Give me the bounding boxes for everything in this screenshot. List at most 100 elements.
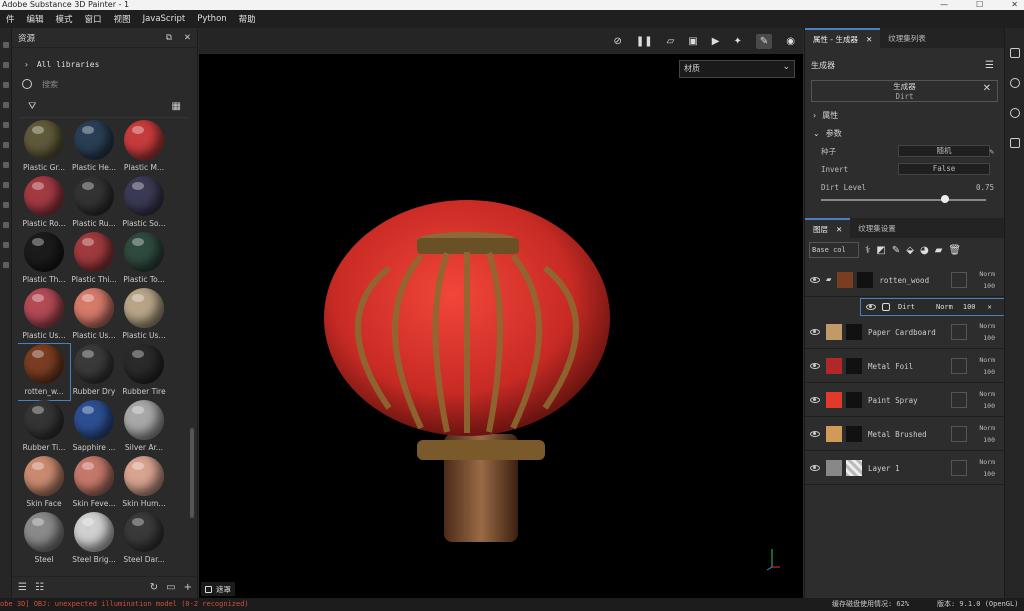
layer-row[interactable]: Metal Brushed Norm 100	[805, 418, 1005, 451]
close-icon[interactable]: ✕	[836, 225, 842, 234]
scrollbar[interactable]	[190, 428, 194, 518]
menu-python[interactable]: Python	[191, 14, 232, 24]
layer-mask-slot[interactable]	[951, 426, 967, 442]
close-panel-icon[interactable]: ✕	[184, 33, 191, 43]
material-item[interactable]: Plastic Ru...	[68, 176, 120, 232]
camera-video-icon[interactable]: ▶	[712, 36, 720, 47]
search-input[interactable]: 搜索	[42, 79, 58, 90]
maximize-icon[interactable]: ☐	[976, 0, 983, 10]
menu-help[interactable]: 帮助	[233, 13, 262, 25]
layer-opacity[interactable]: 100	[979, 468, 995, 480]
delete-icon[interactable]: 🗑	[948, 245, 961, 256]
menu-file[interactable]: 件	[0, 13, 21, 25]
eye-icon[interactable]	[810, 397, 820, 403]
dirt-blend[interactable]: Norm	[936, 303, 953, 311]
clear-icon[interactable]: ✕	[983, 84, 991, 94]
tool-icon[interactable]	[2, 202, 9, 208]
minimize-icon[interactable]: —	[940, 0, 948, 10]
fill-layer-icon[interactable]: ⬙	[906, 245, 914, 256]
material-item[interactable]: Skin Face	[18, 456, 70, 512]
material-item[interactable]: Plastic To...	[118, 232, 170, 288]
layer-mask-slot[interactable]	[951, 460, 967, 476]
material-item[interactable]: Plastic He...	[68, 120, 120, 176]
tool-icon[interactable]	[2, 162, 9, 168]
cube-icon[interactable]: ▣	[688, 36, 697, 47]
list-settings-icon[interactable]: ☷	[35, 582, 44, 593]
close-icon[interactable]: ✕	[988, 303, 992, 311]
layer-blend-mode[interactable]: Norm	[979, 354, 995, 366]
layer-row[interactable]: ▰ rotten_wood Norm 100	[805, 264, 1005, 297]
eye-icon[interactable]	[810, 363, 820, 369]
layer-blend-mode[interactable]: Norm	[979, 422, 995, 434]
layer-opacity[interactable]: 100	[979, 434, 995, 446]
layer-blend-info[interactable]: Norm 100	[979, 354, 995, 378]
layer-mask-slot[interactable]	[951, 272, 967, 288]
layer-opacity[interactable]: 100	[979, 400, 995, 412]
screenshot-camera-icon[interactable]: ◉	[786, 36, 795, 47]
mask-toggle[interactable]: 遮罩	[201, 582, 235, 596]
material-item[interactable]: Rubber Dry	[68, 344, 120, 400]
invert-field[interactable]: False	[898, 163, 990, 175]
material-item[interactable]: Rubber Tire	[118, 344, 170, 400]
material-item[interactable]: Rubber Ti...	[18, 400, 70, 456]
history-icon[interactable]	[1009, 108, 1020, 118]
layer-blend-info[interactable]: Norm 100	[979, 388, 995, 412]
tool-icon[interactable]	[2, 182, 9, 188]
refresh-icon[interactable]: ↻	[150, 582, 158, 593]
add-icon[interactable]: +	[184, 582, 192, 593]
dirt-opacity[interactable]: 100	[963, 303, 976, 311]
tool-icon[interactable]	[2, 142, 9, 148]
menu-window[interactable]: 窗口	[79, 13, 108, 25]
tab-properties[interactable]: 属性 - 生成器 ✕	[805, 28, 881, 48]
material-item[interactable]: Plastic Us...	[118, 288, 170, 344]
eye-icon[interactable]	[866, 304, 876, 310]
tool-icon[interactable]	[2, 242, 9, 248]
material-item[interactable]: Plastic Gr...	[18, 120, 70, 176]
slider-knob[interactable]	[940, 195, 949, 203]
layer-blend-info[interactable]: Norm 100	[979, 422, 995, 446]
tab-textureset-list[interactable]: 纹理集列表	[880, 28, 934, 48]
dirt-level-slider[interactable]	[821, 195, 986, 204]
menu-edit[interactable]: 编辑	[21, 13, 50, 25]
close-icon[interactable]: ✕	[1011, 0, 1018, 10]
material-item[interactable]: Plastic Us...	[68, 288, 120, 344]
material-item[interactable]: Silver Ar...	[118, 400, 170, 456]
material-item[interactable]: Plastic Us...	[18, 288, 70, 344]
layer-row[interactable]: Metal Foil Norm 100	[805, 350, 1005, 383]
section-parameters[interactable]: ⌄ 参数	[805, 124, 1004, 142]
effects-icon[interactable]: ⚕	[865, 245, 870, 256]
search-row[interactable]: 搜索	[12, 76, 197, 92]
frame-icon[interactable]: ▱	[667, 36, 675, 47]
layer-blend-info[interactable]: Norm 100	[979, 320, 995, 344]
tool-icon[interactable]	[2, 102, 9, 108]
paint-brush-icon[interactable]: ✎	[755, 33, 773, 49]
filter-icon[interactable]: ⛛	[28, 101, 36, 112]
material-item[interactable]: Skin Feve...	[68, 456, 120, 512]
eye-icon[interactable]	[810, 431, 820, 437]
paint-layer-icon[interactable]: ✎	[892, 245, 900, 256]
material-item[interactable]: Sapphire ...	[68, 400, 120, 456]
material-item[interactable]: Steel	[18, 512, 70, 568]
eye-icon[interactable]	[810, 465, 820, 471]
close-icon[interactable]: ✕	[866, 35, 872, 44]
material-item[interactable]: Plastic Ro...	[18, 176, 70, 232]
pause-icon[interactable]: ❚❚	[636, 36, 653, 47]
layer-mask-slot[interactable]	[951, 358, 967, 374]
layer-blend-mode[interactable]: Norm	[979, 268, 995, 280]
sort-icon[interactable]: ☰	[18, 582, 27, 593]
tab-textureset-settings[interactable]: 纹理集设置	[850, 218, 904, 238]
tool-icon[interactable]	[2, 262, 9, 268]
section-attributes[interactable]: › 属性	[805, 106, 1004, 124]
lighting-icon[interactable]: ✦	[733, 36, 741, 47]
mask-add-icon[interactable]: ◩	[876, 245, 885, 256]
shader-settings-icon[interactable]	[1009, 78, 1020, 88]
material-mode-select[interactable]: 材质	[679, 59, 795, 78]
hide-icon[interactable]: ⊘	[613, 36, 621, 47]
generator-selector[interactable]: 生成器 Dirt ✕	[811, 80, 998, 102]
material-item[interactable]: Skin Hum...	[118, 456, 170, 512]
display-settings-icon[interactable]	[1009, 48, 1020, 58]
material-item[interactable]: rotten_w...	[18, 343, 71, 401]
layer-blend-mode[interactable]: Norm	[979, 320, 995, 332]
tool-icon[interactable]	[2, 122, 9, 128]
material-item[interactable]: Steel Brig...	[68, 512, 120, 568]
